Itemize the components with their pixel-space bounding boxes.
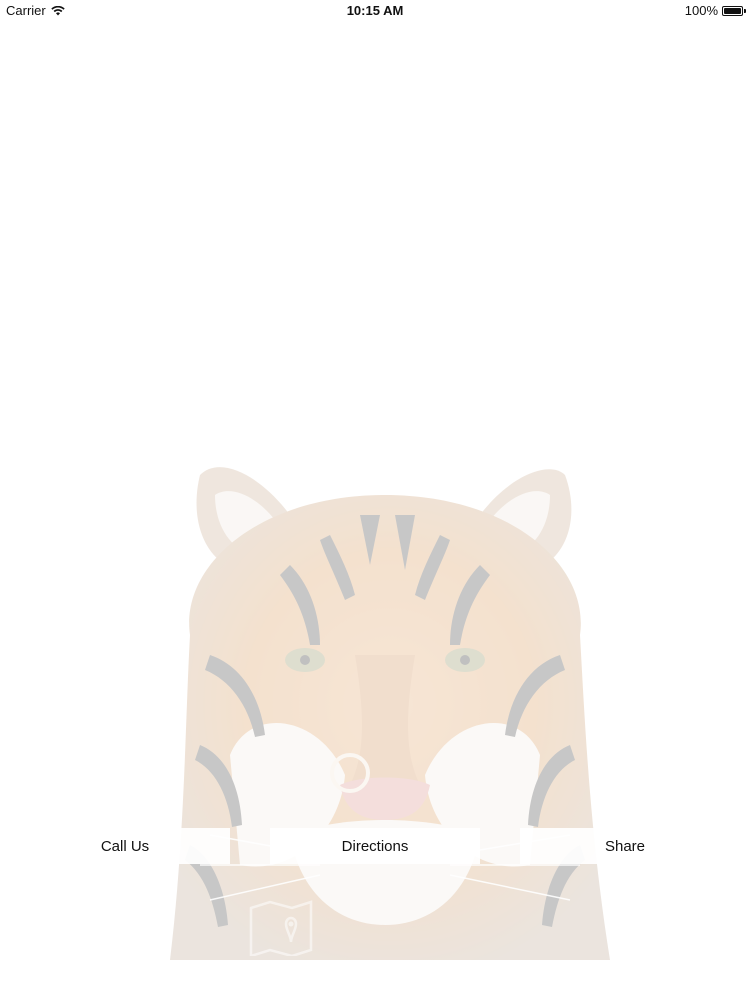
battery-percent: 100% xyxy=(684,3,718,18)
tiger-image xyxy=(170,467,610,960)
status-right: 100% xyxy=(685,3,746,18)
directions-button[interactable]: Directions xyxy=(270,828,480,864)
clock: 10:15 AM xyxy=(346,3,404,18)
app-screen: Carrier 10:15 AM 100% Call Us Directions… xyxy=(0,0,750,1000)
action-bar: Call Us Directions Share xyxy=(0,828,750,864)
map-pin-icon xyxy=(249,900,313,956)
battery-body xyxy=(722,5,743,16)
battery-fill xyxy=(724,7,741,14)
battery-icon xyxy=(722,5,746,16)
call-us-button[interactable]: Call Us xyxy=(20,828,230,864)
battery-tip xyxy=(744,8,746,13)
share-button[interactable]: Share xyxy=(520,828,730,864)
status-bar: Carrier 10:15 AM 100% xyxy=(0,0,750,20)
